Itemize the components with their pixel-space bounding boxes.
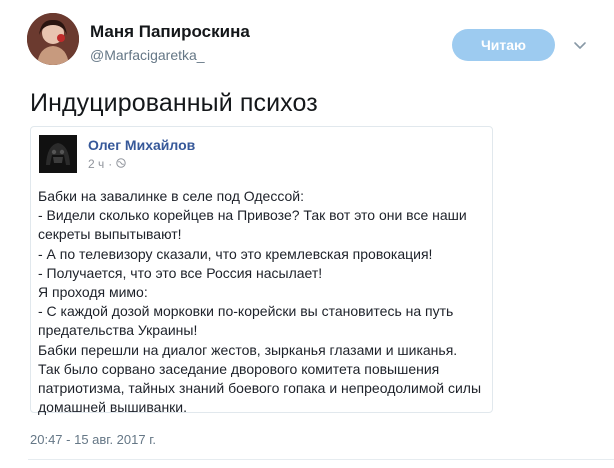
quoted-post-line: Я проходя мимо: — [38, 283, 148, 300]
tweet-timestamp[interactable]: 20:47 - 15 авг. 2017 г. — [30, 432, 156, 447]
quoted-post-line: - С каждой дозой морковки по-корейски вы… — [38, 303, 454, 320]
globe-icon — [116, 157, 126, 171]
author-name[interactable]: Маня Папироскина — [90, 22, 250, 42]
quoted-post-meta: 2 ч · — [88, 157, 126, 171]
quoted-post-line: Бабки перешли на диалог жестов, зырканья… — [38, 341, 458, 358]
separator-dot: · — [108, 157, 113, 171]
author-handle[interactable]: @Marfacigaretka_ — [90, 47, 205, 63]
quoted-post-line: Так было сорвано заседание дворового ком… — [38, 360, 440, 377]
quoted-post-line: патриотизма, тайных знаний боевого гопак… — [38, 379, 482, 396]
divider — [28, 459, 614, 460]
tweet-text: Индуцированный психоз — [30, 89, 318, 117]
quoted-post-card[interactable]: Олег Михайлов 2 ч · Бабки на завалинке в… — [30, 126, 493, 415]
quoted-author-avatar[interactable] — [39, 135, 77, 173]
chevron-down-icon[interactable] — [572, 37, 588, 53]
quoted-post-body: Бабки на завалинке в селе под Одессой: -… — [38, 187, 488, 417]
quoted-post-line: - Получается, что это все Россия насылае… — [38, 264, 323, 281]
quoted-post-line: Бабки на завалинке в селе под Одессой: — [38, 188, 304, 204]
quoted-post-line: предательства Украины! — [38, 322, 198, 339]
quoted-post-line: секреты выпытывают! — [38, 226, 182, 243]
quoted-post-line: - А по телевизору сказали, что это кремл… — [38, 245, 433, 262]
quoted-post-time[interactable]: 2 ч — [88, 157, 104, 171]
author-avatar[interactable] — [27, 13, 79, 65]
quoted-post-line: - Видели сколько корейцев на Привозе? Та… — [38, 207, 467, 224]
follow-button[interactable]: Читаю — [452, 29, 555, 61]
quoted-post-line: домашней вышиванки. — [38, 399, 188, 416]
quoted-author-name[interactable]: Олег Михайлов — [88, 137, 195, 153]
